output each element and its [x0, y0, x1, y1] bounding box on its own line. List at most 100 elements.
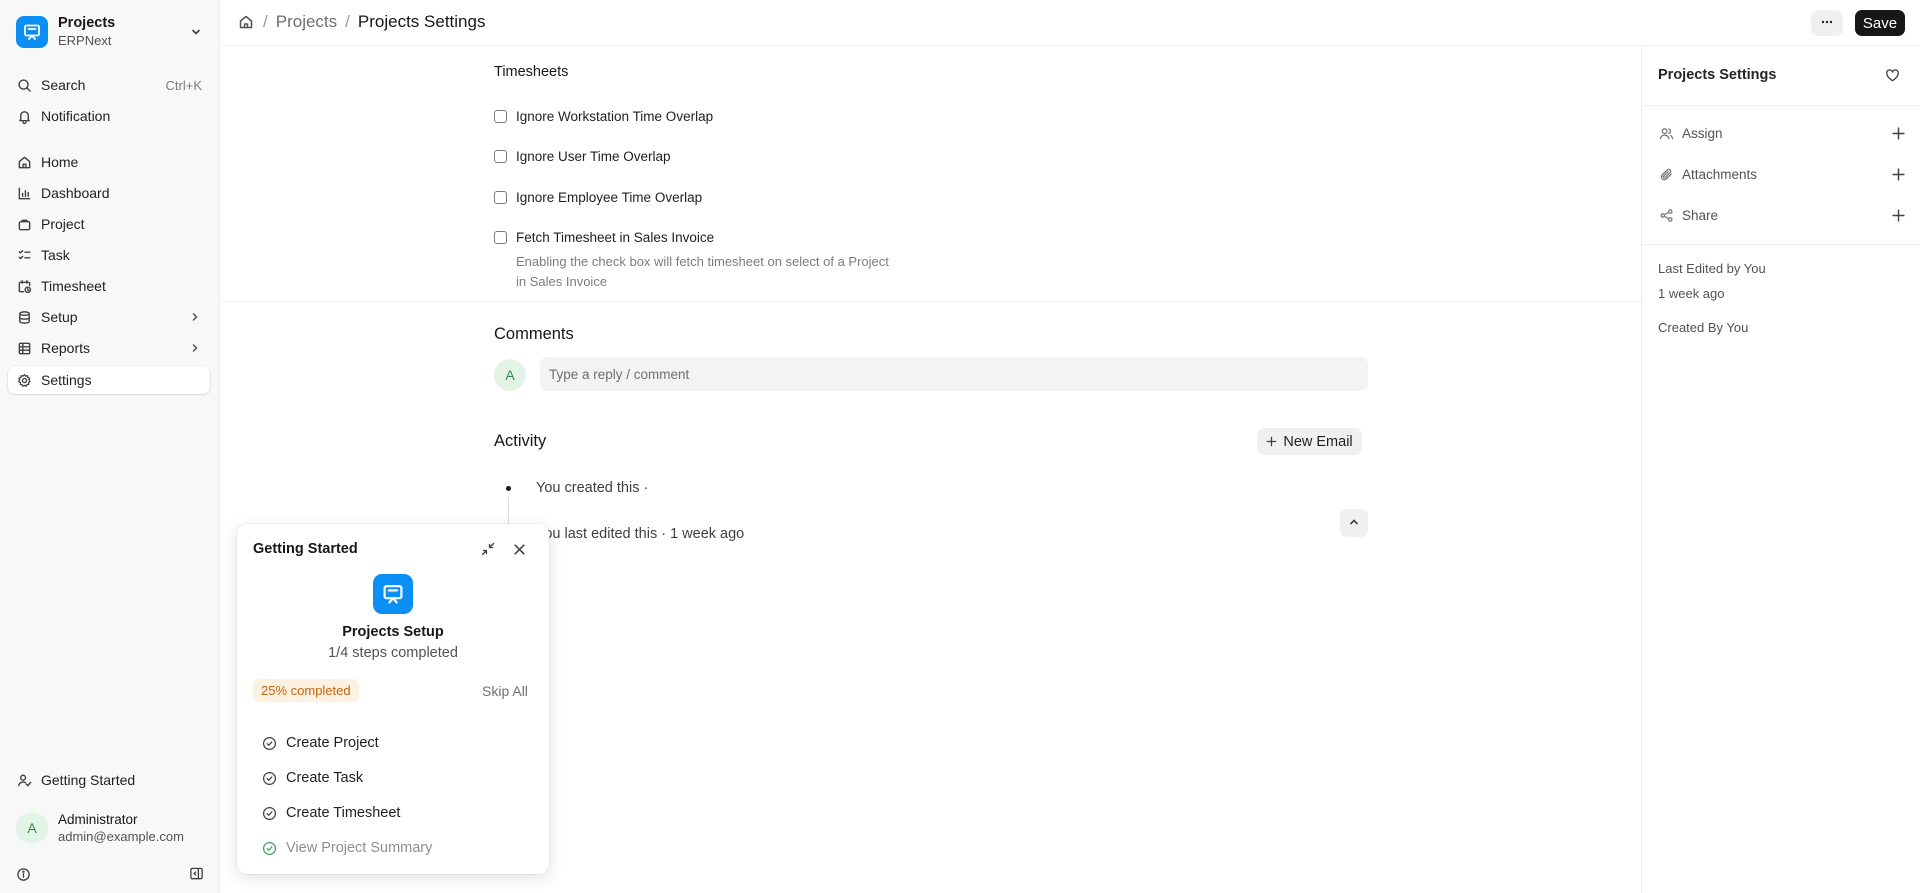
sidebar-search[interactable]: Search Ctrl+K — [8, 71, 210, 99]
getting-started-title: Getting Started — [253, 541, 358, 557]
info-icon[interactable] — [15, 866, 31, 882]
user-check-icon — [16, 772, 32, 788]
share-icon — [1658, 207, 1674, 223]
step-create-project[interactable]: Create Project — [261, 735, 379, 751]
sidebar-item-label: Reports — [41, 340, 91, 356]
step-label: Create Project — [286, 735, 379, 751]
last-edited-time: 1 week ago — [1658, 286, 1725, 301]
attachments-row[interactable]: Attachments — [1658, 163, 1906, 185]
breadcrumb-separator: / — [263, 12, 268, 31]
sidebar-item-label: Timesheet — [41, 278, 106, 294]
chevron-right-icon — [188, 310, 202, 324]
top-bar: / Projects / Projects Settings Save — [221, 0, 1920, 46]
bell-icon — [16, 108, 32, 124]
ellipsis-icon — [1820, 15, 1834, 32]
sidebar-item-label: Project — [41, 216, 85, 232]
last-edited-by[interactable]: Last Edited by You — [1658, 261, 1766, 276]
sidebar-item-label: Dashboard — [41, 185, 110, 201]
step-label: Create Timesheet — [286, 805, 401, 821]
step-create-task[interactable]: Create Task — [261, 770, 363, 786]
user-menu[interactable]: A Administrator admin@example.com — [8, 806, 212, 850]
circle-check-icon — [261, 840, 277, 856]
new-email-button[interactable]: New Email — [1257, 428, 1362, 455]
fetch-timesheet-in-sales-invoice-checkbox[interactable]: Fetch Timesheet in Sales Invoice — [494, 230, 714, 245]
app-name: Projects — [58, 15, 116, 31]
sidebar-item-timesheet[interactable]: Timesheet — [8, 272, 210, 300]
heart-icon[interactable] — [1884, 67, 1900, 83]
breadcrumb-current: Projects Settings — [357, 12, 486, 31]
projects-app-logo-icon — [373, 574, 413, 614]
checkbox[interactable] — [494, 191, 507, 204]
close-icon[interactable] — [510, 540, 528, 558]
plus-icon[interactable] — [1890, 125, 1906, 141]
ignore-user-time-overlap-checkbox[interactable]: Ignore User Time Overlap — [494, 149, 671, 164]
share-row[interactable]: Share — [1658, 204, 1906, 226]
app-switcher[interactable]: Projects ERPNext — [8, 10, 212, 54]
sidebar: Projects ERPNext Search Ctrl+K Notificat… — [0, 0, 220, 893]
sidebar-search-label: Search — [41, 77, 86, 93]
plus-icon[interactable] — [1890, 207, 1906, 223]
activity-entry: You last edited this · 1 week ago — [536, 526, 745, 542]
timesheets-section-title: Timesheets — [494, 64, 569, 80]
sidebar-notification[interactable]: Notification — [8, 102, 210, 130]
progress-badge: 25% completed — [253, 679, 359, 702]
assign-row[interactable]: Assign — [1658, 122, 1906, 144]
sidebar-item-reports[interactable]: Reports — [8, 334, 210, 362]
plus-icon — [1266, 436, 1277, 447]
sidebar-item-home[interactable]: Home — [8, 148, 210, 176]
sidebar-item-dashboard[interactable]: Dashboard — [8, 179, 210, 207]
ignore-workstation-time-overlap-checkbox[interactable]: Ignore Workstation Time Overlap — [494, 109, 713, 124]
sidebar-notification-label: Notification — [41, 108, 111, 124]
sidebar-item-label: Home — [41, 154, 79, 170]
save-button[interactable]: Save — [1855, 10, 1905, 36]
ignore-employee-time-overlap-checkbox[interactable]: Ignore Employee Time Overlap — [494, 190, 702, 205]
avatar: A — [16, 812, 48, 844]
document-sidebar: Projects Settings Assign Attachments Sha… — [1641, 46, 1920, 893]
new-email-label: New Email — [1283, 433, 1353, 450]
step-label: View Project Summary — [286, 840, 433, 856]
sidebar-item-settings[interactable]: Settings — [8, 366, 210, 394]
circle-check-icon — [261, 735, 277, 751]
collapse-sidebar-icon[interactable] — [188, 865, 204, 881]
created-by[interactable]: Created By You — [1658, 320, 1748, 335]
app-subtitle: ERPNext — [58, 33, 112, 48]
circle-check-icon — [261, 805, 277, 821]
checkbox-label: Fetch Timesheet in Sales Invoice — [516, 230, 715, 245]
home-icon — [16, 154, 32, 170]
calendar-clock-icon — [16, 278, 32, 294]
sidebar-item-project[interactable]: Project — [8, 210, 210, 238]
checkbox-label: Ignore Workstation Time Overlap — [516, 109, 714, 124]
paperclip-icon — [1658, 166, 1674, 182]
step-view-project-summary[interactable]: View Project Summary — [261, 840, 432, 856]
sidebar-getting-started[interactable]: Getting Started — [8, 766, 210, 794]
checkbox[interactable] — [494, 110, 507, 123]
collapse-activity-button[interactable] — [1340, 509, 1368, 537]
task-list-icon — [16, 247, 32, 263]
breadcrumb-projects[interactable]: Projects — [276, 12, 337, 32]
table-icon — [16, 340, 32, 356]
database-icon — [16, 309, 32, 325]
more-actions-button[interactable] — [1811, 10, 1843, 36]
search-shortcut: Ctrl+K — [165, 77, 202, 93]
divider — [1642, 105, 1920, 106]
activity-title: Activity — [494, 432, 547, 450]
checkbox-label: Ignore Employee Time Overlap — [516, 190, 703, 205]
chevron-up-icon — [1348, 515, 1360, 531]
chevron-right-icon — [188, 341, 202, 355]
checkbox-label: Ignore User Time Overlap — [516, 149, 671, 164]
steps-completed: 1/4 steps completed — [328, 645, 458, 661]
skip-all-button[interactable]: Skip All — [482, 683, 528, 699]
minimize-icon[interactable] — [479, 540, 497, 558]
checkbox[interactable] — [494, 150, 507, 163]
home-icon[interactable] — [237, 13, 255, 31]
sidebar-item-task[interactable]: Task — [8, 241, 210, 269]
checkbox[interactable] — [494, 231, 507, 244]
comment-input[interactable] — [540, 357, 1368, 391]
circle-check-icon — [261, 770, 277, 786]
plus-icon[interactable] — [1890, 166, 1906, 182]
avatar: A — [494, 359, 526, 391]
sidebar-item-label: Settings — [41, 372, 92, 388]
step-create-timesheet[interactable]: Create Timesheet — [261, 805, 400, 821]
assign-label: Assign — [1682, 125, 1723, 141]
sidebar-item-setup[interactable]: Setup — [8, 303, 210, 331]
